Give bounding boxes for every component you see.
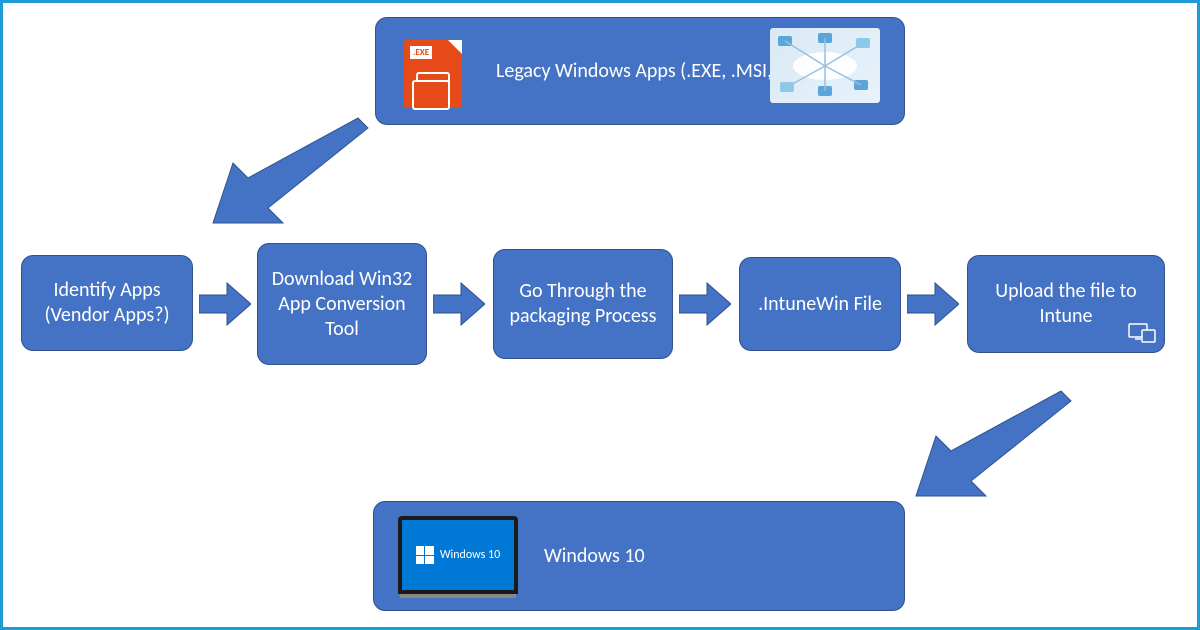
devices-cloud-icon: [770, 28, 880, 103]
arrow-upload-to-win10: [911, 381, 1081, 501]
laptop-icon: Windows 10: [398, 516, 518, 594]
step-intunewin-file: .IntuneWin File: [739, 257, 901, 351]
arrow-legacy-to-identify: [208, 108, 378, 228]
exe-file-icon: .EXE: [404, 40, 462, 108]
step-download-tool: Download Win32 App Conversion Tool: [257, 243, 427, 365]
arrow-step-4: [907, 281, 959, 327]
arrow-step-2: [433, 281, 485, 327]
step-label: Download Win32 App Conversion Tool: [268, 267, 416, 342]
step-upload-to-intune: Upload the file to Intune: [967, 255, 1165, 353]
windows-logo-icon: [416, 546, 434, 564]
step-label: Identify Apps (Vendor Apps?): [32, 278, 182, 328]
arrow-step-1: [199, 281, 251, 327]
step-label: Go Through the packaging Process: [504, 279, 662, 329]
legacy-apps-label: Legacy Windows Apps (.EXE, .MSI, etc.): [496, 59, 812, 84]
windows-10-label: Windows 10: [544, 544, 645, 569]
step-label: .IntuneWin File: [758, 292, 882, 317]
devices-icon: [1128, 322, 1156, 344]
legacy-apps-box: .EXE Legacy Windows Apps (.EXE, .MSI, et…: [375, 17, 905, 125]
exe-file-tag: .EXE: [410, 46, 432, 59]
windows-10-box: Windows 10 Windows 10: [373, 501, 905, 611]
arrow-step-3: [679, 281, 731, 327]
laptop-screen-text: Windows 10: [440, 548, 500, 563]
step-identify-apps: Identify Apps (Vendor Apps?): [21, 255, 193, 351]
step-packaging-process: Go Through the packaging Process: [493, 249, 673, 359]
